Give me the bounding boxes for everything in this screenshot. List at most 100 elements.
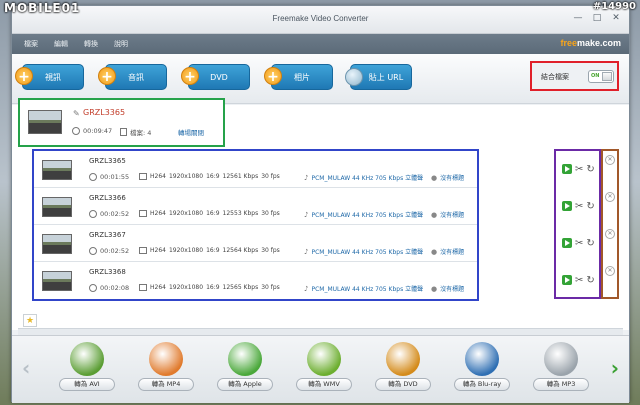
video-codec: H264 (150, 247, 166, 254)
to-wmv-label: 轉為 WMV (296, 378, 352, 391)
subtitle-link[interactable]: ● 沒有標題 (431, 247, 465, 257)
rotate-icon[interactable]: ↻ (586, 238, 594, 249)
play-icon[interactable] (562, 164, 572, 174)
subtitle-text: 沒有標題 (440, 212, 465, 219)
brand-part1: free (560, 38, 577, 48)
file-row[interactable]: GRZL3368 00:02:08 H264 1920x1080 16:9 12565… (34, 262, 477, 299)
menu-edit[interactable]: 編輯 (54, 39, 68, 49)
merged-group[interactable]: ✎ GRZL3365 00:09:47 檔案: 4 轉場關閉 (18, 98, 225, 147)
add-video-label: 視訊 (45, 72, 61, 82)
add-photo-label: 相片 (294, 72, 310, 82)
menu-convert[interactable]: 轉換 (84, 39, 98, 49)
watermark-site: MOBILE01 (4, 1, 81, 15)
audio-spec[interactable]: ♪ PCM_MULAW 44 KHz 705 Kbps 立體聲 (304, 173, 424, 183)
add-photo-button[interactable]: + 相片 (264, 64, 333, 90)
video-bitrate: 12553 Kbps (222, 210, 259, 217)
to-mp3-button[interactable]: 轉為 MP3 (530, 342, 592, 400)
file-name: GRZL3366 (89, 194, 126, 202)
audio-spec-text: PCM_MULAW 44 KHz 705 Kbps 立體聲 (311, 249, 424, 256)
to-dvd-button[interactable]: 轉為 DVD (372, 342, 434, 400)
remove-file-icon[interactable]: ✕ (605, 266, 615, 276)
to-mp4-button[interactable]: 轉為 MP4 (135, 342, 197, 400)
to-wmv-button[interactable]: 轉為 WMV (293, 342, 355, 400)
pencil-icon[interactable]: ✎ (73, 109, 80, 118)
to-avi-button[interactable]: 轉為 AVI (56, 342, 118, 400)
watermark-id: #14990 (592, 1, 636, 12)
file-duration-text: 00:01:55 (100, 173, 130, 181)
toggle-knob (602, 72, 612, 81)
remove-file-icon[interactable]: ✕ (605, 229, 615, 239)
wmv-icon (307, 342, 341, 376)
file-name: GRZL3365 (89, 157, 126, 165)
video-aspect: 16:9 (206, 173, 220, 180)
to-bluray-button[interactable]: 轉為 Blu-ray (451, 342, 513, 400)
close-window-button[interactable]: ✕ (609, 12, 623, 24)
rotate-icon[interactable]: ↻ (586, 201, 594, 212)
video-resolution: 1920x1080 (168, 284, 204, 291)
paste-url-button[interactable]: 貼上 URL (345, 64, 412, 90)
menu-file[interactable]: 檔案 (24, 39, 38, 49)
scroll-left-arrow-icon[interactable]: ‹ (22, 356, 30, 380)
video-fps: 30 fps (261, 210, 280, 217)
video-fps: 30 fps (261, 173, 280, 180)
edit-row: ✂ ↻ (562, 272, 596, 288)
video-fps: 30 fps (261, 284, 280, 291)
video-resolution: 1920x1080 (168, 210, 204, 217)
file-icon (120, 128, 127, 136)
film-icon (139, 173, 147, 180)
to-avi-label: 轉為 AVI (59, 378, 115, 391)
play-icon[interactable] (562, 238, 572, 248)
menu-help[interactable]: 說明 (114, 39, 128, 49)
remove-file-icon[interactable]: ✕ (605, 192, 615, 202)
subtitle-text: 沒有標題 (440, 249, 465, 256)
speech-bubble-icon: ● (431, 173, 438, 182)
group-name[interactable]: GRZL3365 (83, 108, 125, 117)
file-row[interactable]: GRZL3365 00:01:55 H264 1920x1080 16:9 12561… (34, 151, 477, 188)
film-reel-icon (70, 342, 104, 376)
join-files-label: 結合檔案 (541, 73, 569, 81)
video-resolution: 1920x1080 (168, 173, 204, 180)
plus-icon: + (98, 67, 116, 85)
file-duration-text: 00:02:52 (100, 210, 130, 218)
audio-spec[interactable]: ♪ PCM_MULAW 44 KHz 705 Kbps 立體聲 (304, 210, 423, 220)
file-row[interactable]: GRZL3367 00:02:52 H264 1920x1080 16:9 12564… (34, 225, 477, 262)
file-row[interactable]: GRZL3366 00:02:52 H264 1920x1080 16:9 12553… (34, 188, 477, 225)
audio-spec[interactable]: ♪ PCM_MULAW 44 KHz 705 Kbps 立體聲 (304, 247, 424, 257)
scissors-icon[interactable]: ✂ (575, 164, 583, 175)
transition-toggle-link[interactable]: 轉場關閉 (178, 127, 204, 137)
group-file-count-text: 檔案: 4 (130, 129, 152, 137)
add-dvd-button[interactable]: + DVD (181, 64, 250, 90)
video-bitrate: 12561 Kbps (222, 173, 259, 180)
minimize-button[interactable]: — (571, 12, 585, 24)
paste-url-label: 貼上 URL (368, 72, 404, 82)
favorites-star-icon[interactable]: ★ (23, 314, 37, 327)
rotate-icon[interactable]: ↻ (586, 164, 594, 175)
to-dvd-label: 轉為 DVD (375, 378, 431, 391)
rotate-icon[interactable]: ↻ (586, 275, 594, 286)
scroll-right-arrow-icon[interactable]: › (611, 356, 619, 380)
brand-logo[interactable]: freemake.com (560, 38, 621, 48)
plus-icon: + (181, 67, 199, 85)
file-thumbnail (42, 197, 72, 217)
play-icon[interactable] (562, 275, 572, 285)
add-video-button[interactable]: + 視訊 (15, 64, 84, 90)
to-apple-button[interactable]: 轉為 Apple (214, 342, 276, 400)
audio-spec-text: PCM_MULAW 44 KHz 705 Kbps 立體聲 (311, 175, 424, 182)
subtitle-link[interactable]: ● 沒有標題 (431, 173, 464, 183)
add-audio-button[interactable]: + 音訊 (98, 64, 167, 90)
title-bar[interactable]: Freemake Video Converter — □ ✕ (12, 6, 629, 34)
scissors-icon[interactable]: ✂ (575, 275, 583, 286)
remove-file-icon[interactable]: ✕ (605, 155, 615, 165)
scissors-icon[interactable]: ✂ (575, 201, 583, 212)
play-icon[interactable] (562, 201, 572, 211)
group-duration-text: 00:09:47 (83, 127, 113, 135)
file-duration: 00:02:52 (89, 247, 129, 255)
subtitle-link[interactable]: ● 沒有標題 (431, 210, 465, 220)
maximize-button[interactable]: □ (590, 12, 604, 24)
file-duration: 00:01:55 (89, 173, 129, 181)
speaker-icon: ♪ (304, 173, 309, 182)
join-files-toggle[interactable]: ON (588, 70, 614, 83)
audio-spec[interactable]: ♪ PCM_MULAW 44 KHz 705 Kbps 立體聲 (304, 284, 423, 294)
subtitle-link[interactable]: ● 沒有標題 (431, 284, 464, 294)
scissors-icon[interactable]: ✂ (575, 238, 583, 249)
